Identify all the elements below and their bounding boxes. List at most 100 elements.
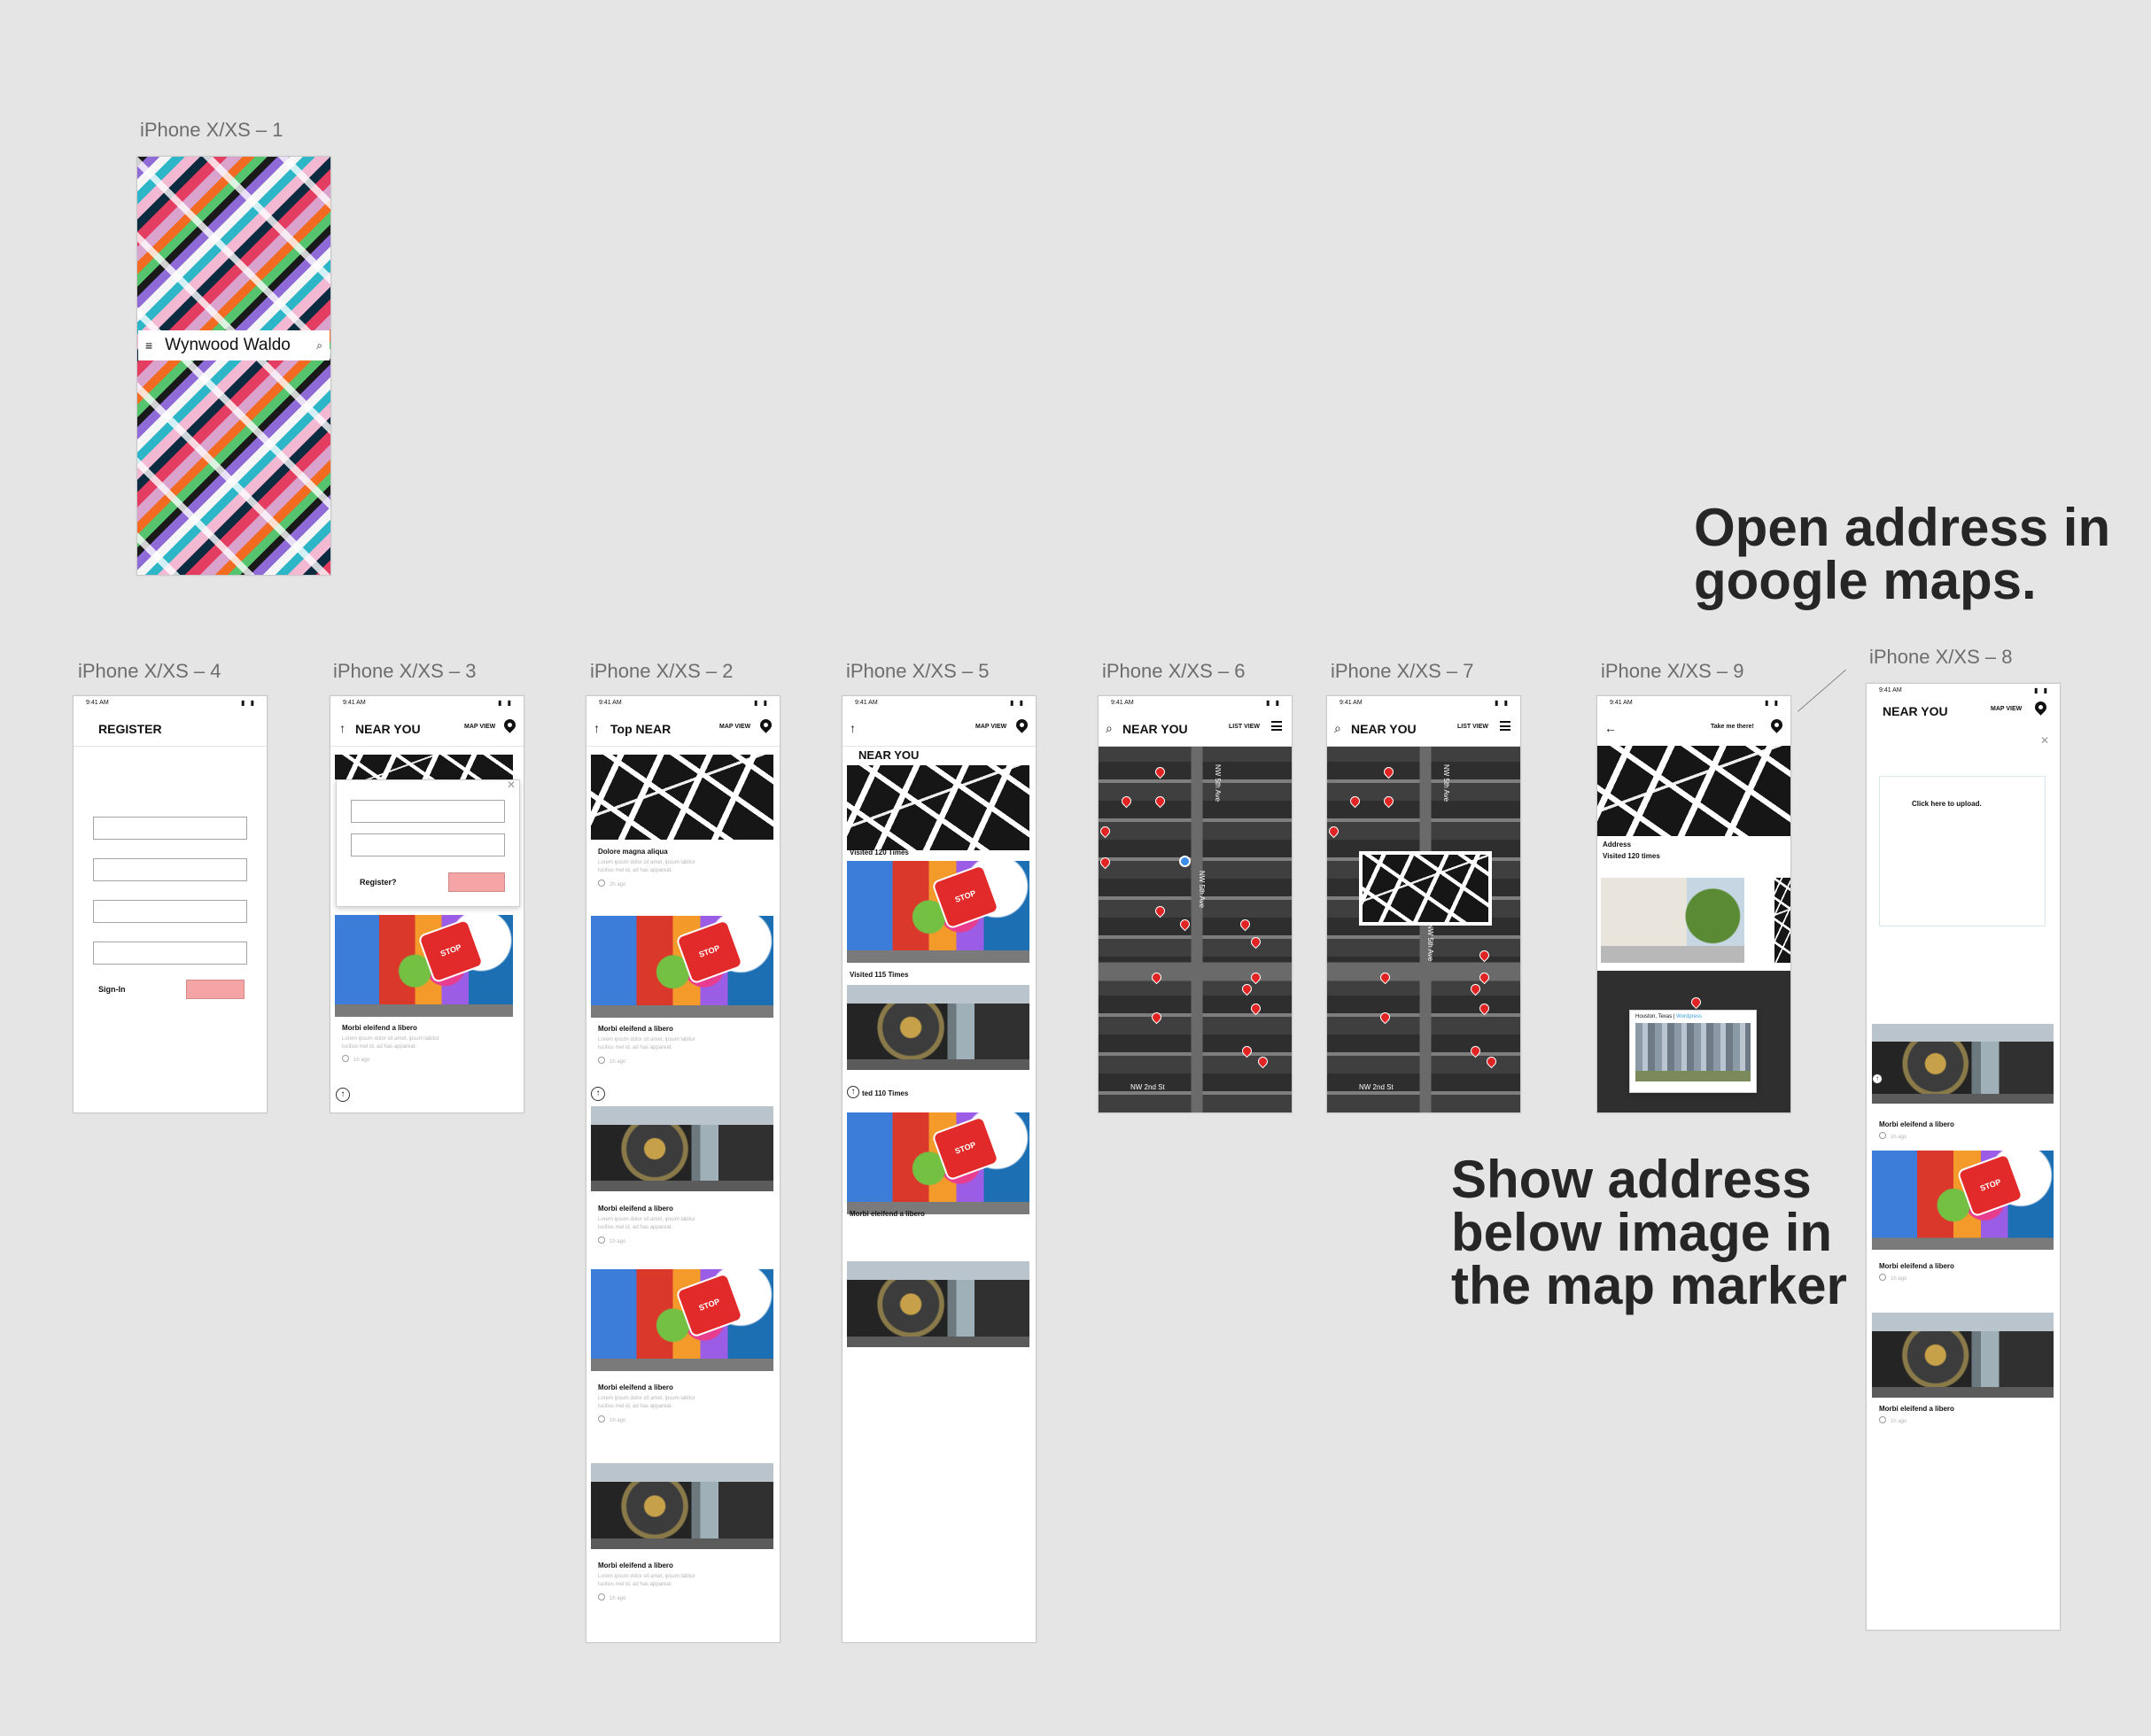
take-me-there-button[interactable]: Take me there!: [1711, 724, 1754, 730]
list-view-button[interactable]: LIST VIEW: [1457, 724, 1488, 730]
sign-in-button[interactable]: [186, 980, 245, 999]
card-image[interactable]: [1872, 1313, 2054, 1398]
map-marker[interactable]: [1149, 1010, 1164, 1025]
map-snippet[interactable]: Houston, Texas | Wordpress: [1597, 971, 1790, 1112]
login-field-1[interactable]: [351, 800, 505, 823]
card-image[interactable]: [847, 985, 1029, 1070]
map-marker[interactable]: [1248, 934, 1263, 949]
card-image[interactable]: STOP: [591, 916, 773, 1018]
card-image[interactable]: [591, 1463, 773, 1549]
map-marker[interactable]: [1149, 970, 1164, 985]
up-arrow-icon[interactable]: ↑: [594, 721, 600, 735]
card-image[interactable]: [1872, 1024, 2054, 1104]
map-canvas[interactable]: NW 5th Ave NW 5th Ave NW 2nd St: [1327, 747, 1520, 1112]
map-marker[interactable]: [1381, 764, 1396, 779]
map-marker[interactable]: [1468, 1043, 1483, 1058]
map-marker[interactable]: [1477, 970, 1492, 985]
map-pin-icon[interactable]: [1768, 717, 1785, 733]
map-marker[interactable]: [1239, 1043, 1254, 1058]
hero-mural-image: [137, 157, 330, 575]
map-marker[interactable]: [1477, 1001, 1492, 1016]
clock-icon: [1879, 1274, 1886, 1281]
card-image[interactable]: [591, 755, 773, 840]
map-marker[interactable]: [1099, 824, 1113, 839]
map-marker[interactable]: [1378, 970, 1393, 985]
register-field-3[interactable]: [93, 900, 247, 923]
map-marker[interactable]: [1238, 917, 1253, 932]
map-view-button[interactable]: MAP VIEW: [975, 724, 1006, 730]
up-arrow-icon[interactable]: ↑: [339, 721, 346, 735]
map-marker[interactable]: [1255, 1054, 1270, 1069]
status-time: 9:41 AM: [1610, 700, 1633, 706]
card-image[interactable]: [847, 765, 1029, 850]
map-marker[interactable]: [1248, 1001, 1263, 1016]
navbar: ← Take me there!: [1597, 709, 1790, 747]
close-icon[interactable]: ✕: [507, 779, 516, 791]
search-icon[interactable]: ⌕: [1106, 721, 1113, 736]
card-text: Lorem ipsum dolor sit amet, ipsum labitu…: [598, 1037, 695, 1050]
map-marker[interactable]: [1153, 903, 1168, 918]
menu-icon[interactable]: ≡: [145, 338, 152, 353]
list-icon[interactable]: [1500, 721, 1510, 731]
gallery-image[interactable]: [1601, 878, 1744, 963]
scroll-top-button[interactable]: ↑: [1872, 1073, 1883, 1084]
map-marker[interactable]: [1153, 794, 1168, 809]
map-marker[interactable]: [1381, 794, 1396, 809]
map-pin-icon[interactable]: [757, 717, 774, 733]
map-marker[interactable]: [1689, 995, 1704, 1010]
map-marker[interactable]: [1378, 1010, 1393, 1025]
artboard-label-3: iPhone X/XS – 3: [333, 660, 477, 682]
map-marker[interactable]: [1468, 981, 1483, 996]
card-image[interactable]: [847, 1261, 1029, 1347]
register-field-4[interactable]: [93, 942, 247, 965]
map-marker[interactable]: [1347, 794, 1363, 809]
up-arrow-icon[interactable]: ↑: [850, 721, 856, 735]
map-canvas[interactable]: NW 5th Ave NW 5th Ave NW 2nd St: [1099, 747, 1292, 1112]
card-image[interactable]: STOP: [335, 915, 513, 1017]
map-view-button[interactable]: MAP VIEW: [464, 724, 495, 730]
map-marker-popup[interactable]: Houston, Texas | Wordpress: [1629, 1010, 1757, 1093]
card-image[interactable]: [591, 1106, 773, 1191]
map-marker[interactable]: [1327, 824, 1341, 839]
card-image[interactable]: STOP: [591, 1269, 773, 1371]
marker-preview-image[interactable]: [1359, 851, 1492, 926]
register-field-1[interactable]: [93, 817, 247, 840]
scroll-top-button[interactable]: ↑: [847, 1086, 859, 1098]
map-marker[interactable]: [1239, 981, 1254, 996]
list-icon[interactable]: [1271, 721, 1282, 731]
gallery-image-next[interactable]: [1774, 878, 1790, 963]
scroll-top-button[interactable]: ↑: [591, 1087, 605, 1101]
map-marker[interactable]: [1119, 794, 1134, 809]
mural-image[interactable]: [335, 755, 513, 779]
close-icon[interactable]: ✕: [2040, 734, 2049, 747]
navbar: ↑ MAP VIEW: [843, 709, 1036, 747]
map-view-button[interactable]: MAP VIEW: [719, 724, 750, 730]
card-title: Morbi eleifend a libero: [850, 1210, 925, 1218]
login-field-2[interactable]: [351, 833, 505, 856]
register-field-2[interactable]: [93, 858, 247, 881]
map-pin-icon[interactable]: [2032, 699, 2049, 716]
map-marker[interactable]: [1099, 855, 1113, 870]
map-marker[interactable]: [1484, 1054, 1499, 1069]
search-icon[interactable]: ⌕: [1334, 721, 1341, 736]
map-marker[interactable]: [1177, 917, 1192, 932]
scroll-top-button[interactable]: ↑: [336, 1088, 350, 1102]
map-marker[interactable]: [1248, 970, 1263, 985]
map-marker[interactable]: [1153, 764, 1168, 779]
map-marker[interactable]: [1477, 948, 1492, 963]
card-image[interactable]: STOP: [1872, 1151, 2054, 1250]
register-button[interactable]: [448, 872, 505, 892]
navbar: ↑ Top NEAR MAP VIEW: [586, 709, 780, 747]
card-image[interactable]: STOP: [847, 1112, 1029, 1214]
list-view-button[interactable]: LIST VIEW: [1229, 724, 1260, 730]
upload-area[interactable]: Click here to upload.: [1879, 776, 2046, 926]
map-pin-icon[interactable]: [1013, 717, 1030, 733]
register-label[interactable]: Register?: [360, 878, 397, 887]
back-arrow-icon[interactable]: ←: [1604, 721, 1617, 735]
search-icon[interactable]: ⌕: [316, 339, 322, 353]
login-dialog: ✕ Register?: [336, 779, 520, 907]
map-pin-icon[interactable]: [501, 717, 518, 733]
upload-prompt[interactable]: Click here to upload.: [1912, 800, 1982, 808]
card-image[interactable]: STOP: [847, 861, 1029, 963]
map-view-button[interactable]: MAP VIEW: [1991, 706, 2022, 712]
